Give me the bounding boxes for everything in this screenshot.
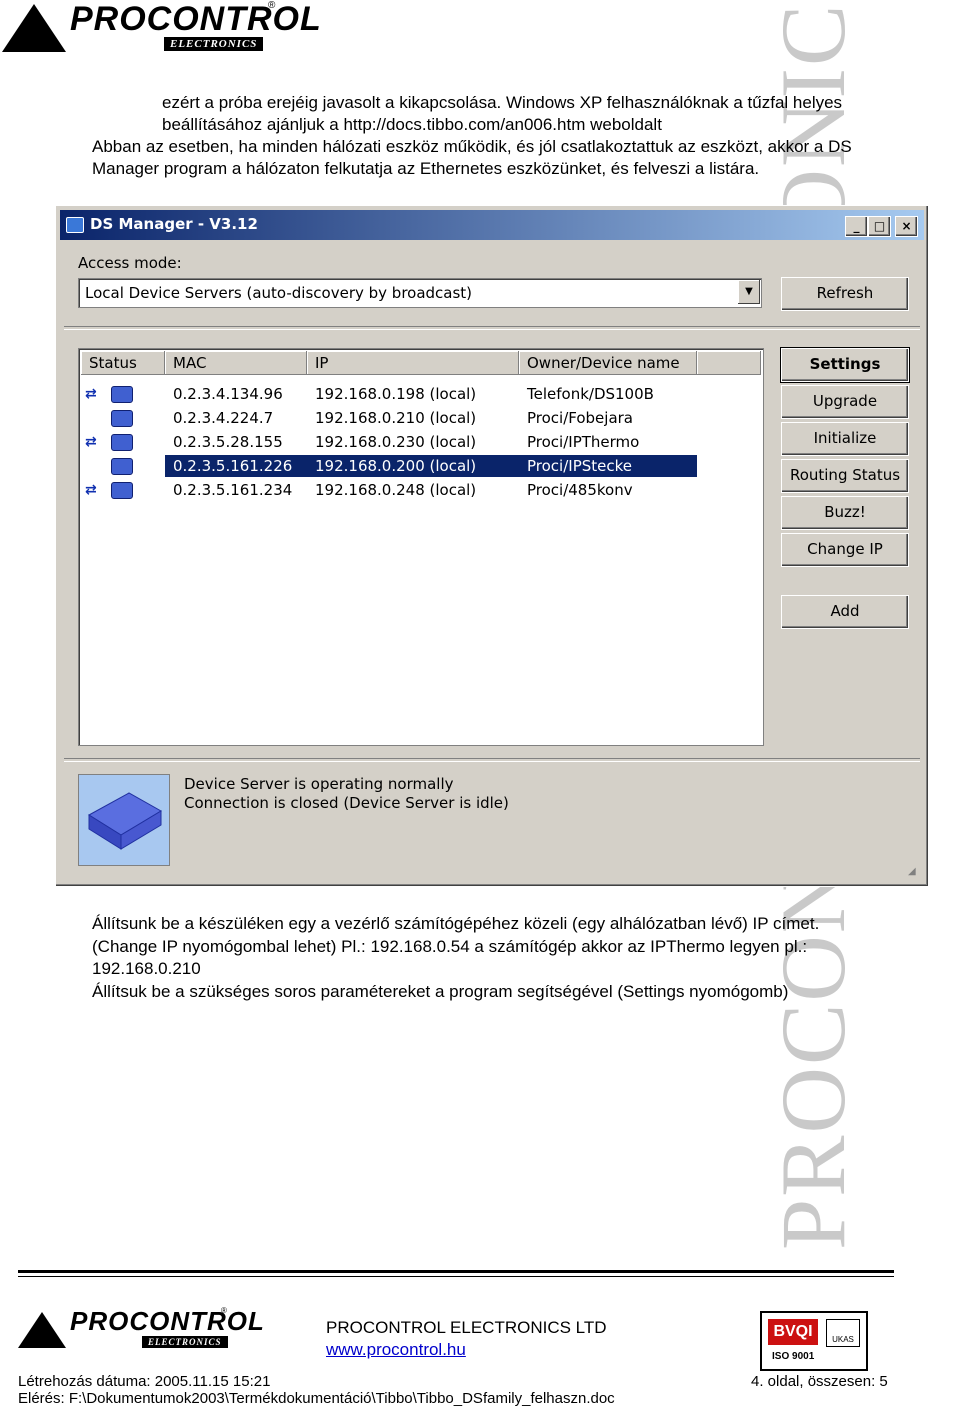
footer-page-number: 4. oldal, összesen: 5 — [751, 1373, 888, 1390]
divider — [64, 758, 920, 762]
device-icon — [111, 434, 133, 451]
table-row[interactable]: 0.2.3.4.224.7 192.168.0.210 (local) Proc… — [81, 407, 761, 429]
logo-wordmark: PROCONTROL — [70, 0, 322, 38]
routing-status-button[interactable]: Routing Status — [781, 459, 909, 493]
device-icon — [111, 410, 133, 427]
footer-logo-wordmark: PROCONTROL — [70, 1306, 265, 1336]
intro-line-4: Manager program a hálózaton felkutatja a… — [92, 159, 760, 178]
ukas-logo: UKAS — [826, 1319, 860, 1347]
device-server-image — [78, 774, 170, 866]
upgrade-button[interactable]: Upgrade — [781, 385, 909, 419]
intro-line-2: beállításához ajánljuk a http://docs.tib… — [162, 115, 662, 134]
logo-triangle-icon — [18, 1312, 66, 1348]
owner-cell: Proci/IPThermo — [527, 433, 640, 451]
footer-logo-subtitle: ELECTRONICS — [142, 1336, 228, 1348]
instruction-line-1: Állítsunk be a készüléken egy a vezérlő … — [92, 914, 820, 933]
registered-mark: ® — [268, 0, 276, 11]
transfer-arrows-icon: ⇄ — [85, 386, 97, 402]
change-ip-button[interactable]: Change IP — [781, 533, 909, 567]
intro-line-1: ezért a próba erejéig javasolt a kikapcs… — [162, 93, 843, 112]
mac-cell: 0.2.3.5.161.226 — [173, 457, 293, 475]
table-row[interactable]: ⇄ 0.2.3.5.28.155 192.168.0.230 (local) P… — [81, 431, 761, 453]
instruction-line-3: 192.168.0.210 — [92, 959, 201, 978]
app-icon — [66, 217, 84, 233]
refresh-button[interactable]: Refresh — [781, 277, 909, 311]
column-header-ip[interactable]: IP — [307, 351, 519, 375]
footer-created-date: Létrehozás dátuma: 2005.11.15 15:21 — [18, 1373, 271, 1390]
column-header-spare — [697, 351, 761, 375]
mac-cell: 0.2.3.4.134.96 — [173, 385, 283, 403]
owner-cell: Proci/IPStecke — [527, 457, 632, 475]
ip-cell: 192.168.0.200 (local) — [315, 457, 477, 475]
column-header-mac[interactable]: MAC — [165, 351, 307, 375]
logo-subtitle: ELECTRONICS — [164, 37, 264, 51]
access-mode-select[interactable]: Local Device Servers (auto-discovery by … — [78, 278, 762, 308]
footer-rule-thin — [18, 1276, 894, 1277]
device-list[interactable]: Status MAC IP Owner/Device name ⇄ 0.2.3.… — [78, 348, 764, 746]
ds-manager-window: DS Manager - V3.12 _ □ × Access mode: Lo… — [55, 205, 929, 887]
column-header-owner[interactable]: Owner/Device name — [519, 351, 697, 375]
table-row[interactable]: ⇄ 0.2.3.5.161.234 192.168.0.248 (local) … — [81, 479, 761, 501]
owner-cell: Proci/Fobejara — [527, 409, 634, 427]
mac-cell: 0.2.3.4.224.7 — [173, 409, 274, 427]
instruction-line-4: Állítsuk be a szükséges soros paramétere… — [92, 982, 789, 1001]
registered-mark: ® — [221, 1306, 227, 1315]
owner-cell: Telefonk/DS100B — [527, 385, 654, 403]
settings-button[interactable]: Settings — [780, 347, 910, 383]
ip-cell: 192.168.0.230 (local) — [315, 433, 477, 451]
add-button[interactable]: Add — [781, 595, 909, 629]
status-line-2: Connection is closed (Device Server is i… — [184, 794, 509, 812]
mac-cell: 0.2.3.5.161.234 — [173, 481, 293, 499]
resize-grip-icon[interactable]: ◢ — [908, 866, 922, 880]
device-icon — [111, 458, 133, 475]
mac-cell: 0.2.3.5.28.155 — [173, 433, 283, 451]
instruction-line-2: (Change IP nyomógombal lehet) Pl.: 192.1… — [92, 937, 808, 956]
owner-cell: Proci/485konv — [527, 481, 633, 499]
status-line-1: Device Server is operating normally — [184, 775, 454, 793]
close-button[interactable]: × — [895, 216, 918, 237]
ip-cell: 192.168.0.198 (local) — [315, 385, 477, 403]
table-row-selected[interactable]: 0.2.3.5.161.226 192.168.0.200 (local) Pr… — [81, 455, 761, 477]
bvqi-logo: BVQI — [768, 1319, 818, 1345]
device-server-icon — [88, 792, 162, 850]
footer-company: PROCONTROL ELECTRONICS LTD — [326, 1318, 607, 1337]
footer-website-link[interactable]: www.procontrol.hu — [326, 1340, 466, 1360]
transfer-arrows-icon: ⇄ — [85, 482, 97, 498]
device-icon — [111, 482, 133, 499]
iso-label: ISO 9001 — [772, 1351, 815, 1362]
title-bar[interactable]: DS Manager - V3.12 _ □ × — [60, 210, 924, 240]
device-icon — [111, 386, 133, 403]
iso-certification-badge: BVQI UKAS ISO 9001 — [760, 1311, 868, 1371]
window-title: DS Manager - V3.12 — [90, 215, 258, 233]
table-row[interactable]: ⇄ 0.2.3.4.134.96 192.168.0.198 (local) T… — [81, 383, 761, 405]
access-mode-label: Access mode: — [78, 254, 182, 272]
divider — [64, 326, 920, 330]
dropdown-arrow-icon[interactable]: ▼ — [738, 280, 760, 304]
footer-rule-thick — [18, 1270, 894, 1273]
access-mode-value: Local Device Servers (auto-discovery by … — [85, 284, 473, 302]
ip-cell: 192.168.0.210 (local) — [315, 409, 477, 427]
maximize-button[interactable]: □ — [868, 216, 891, 237]
column-header-status[interactable]: Status — [81, 351, 165, 375]
logo-triangle-icon — [2, 4, 66, 52]
ip-cell: 192.168.0.248 (local) — [315, 481, 477, 499]
buzz-button[interactable]: Buzz! — [781, 496, 909, 530]
minimize-button[interactable]: _ — [845, 216, 868, 237]
transfer-arrows-icon: ⇄ — [85, 434, 97, 450]
footer-file-path: Elérés: F:\Dokumentumok2003\Termékdokume… — [18, 1390, 615, 1407]
initialize-button[interactable]: Initialize — [781, 422, 909, 456]
intro-line-3: Abban az esetben, ha minden hálózati esz… — [92, 137, 852, 156]
